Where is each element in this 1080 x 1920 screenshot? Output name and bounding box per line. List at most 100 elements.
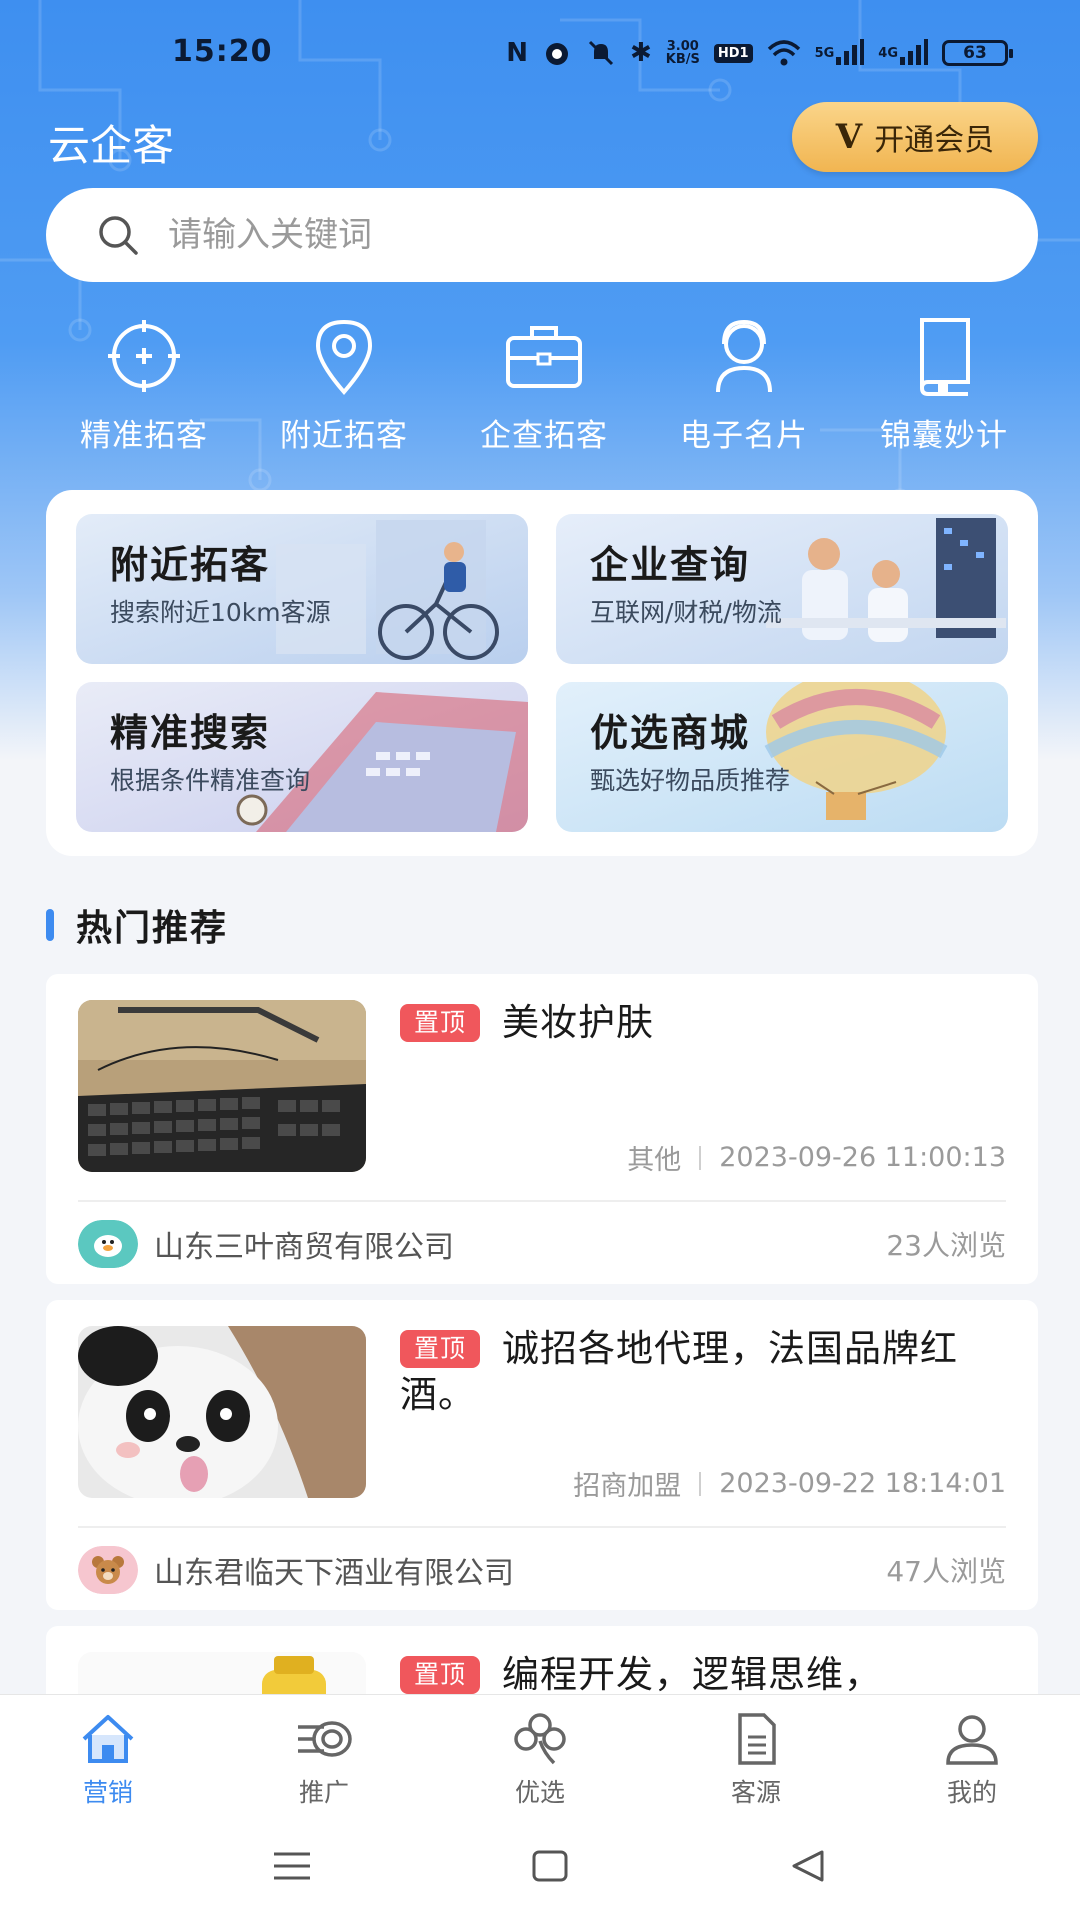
crosshair-icon bbox=[108, 320, 180, 392]
pinned-badge: 置顶 bbox=[400, 1004, 481, 1042]
section-header: 热门推荐 bbox=[46, 900, 228, 950]
wifi-icon bbox=[767, 39, 801, 67]
quick-action-label: 锦囊妙计 bbox=[880, 418, 1008, 454]
signal-5g-label: 5G bbox=[814, 45, 835, 61]
post-thumbnail bbox=[78, 1000, 366, 1172]
post-views: 47人浏览 bbox=[886, 1555, 1006, 1588]
company-name: 山东三叶商贸有限公司 bbox=[154, 1230, 454, 1265]
quick-actions: 精准拓客 附近拓客 企查拓客 电子名片 锦囊妙计 bbox=[0, 316, 1080, 456]
document-icon bbox=[738, 1713, 776, 1765]
company-avatar-bear bbox=[78, 1546, 138, 1594]
tab-selection[interactable]: 优选 bbox=[432, 1695, 648, 1824]
post-company: 山东君临天下酒业有限公司 bbox=[78, 1546, 514, 1594]
feature-card-precise-search[interactable]: 精准搜索 根据条件精准查询 bbox=[76, 682, 528, 832]
tab-customers[interactable]: 客源 bbox=[648, 1695, 864, 1824]
quick-action-nearby[interactable]: 附近拓客 bbox=[244, 316, 444, 456]
nfc-icon: N bbox=[506, 38, 528, 68]
quick-action-company[interactable]: 企查拓客 bbox=[444, 316, 644, 456]
company-avatar-duck bbox=[78, 1220, 138, 1268]
post-title: 美妆护肤 bbox=[502, 1001, 655, 1044]
feature-card-company-query[interactable]: 企业查询 互联网/财税/物流 bbox=[556, 514, 1008, 664]
section-accent-bar bbox=[46, 909, 54, 941]
post-datetime: 2023-09-26 11:00:13 bbox=[719, 1142, 1006, 1173]
back-icon[interactable] bbox=[788, 1846, 828, 1886]
meta-separator bbox=[699, 1145, 702, 1170]
tab-marketing[interactable]: 营销 bbox=[0, 1695, 216, 1824]
megaphone-icon bbox=[298, 1721, 352, 1757]
post-category: 其他 bbox=[627, 1145, 682, 1176]
quick-action-label: 电子名片 bbox=[680, 418, 808, 454]
pinned-badge: 置顶 bbox=[400, 1330, 481, 1368]
quick-action-tips[interactable]: 锦囊妙计 bbox=[844, 316, 1044, 456]
status-icons: N ✱ 3.00 KB/S HD1 5G 4G 63 bbox=[506, 38, 1013, 68]
post-divider bbox=[78, 1526, 1006, 1528]
feature-card-title: 优选商城 bbox=[590, 711, 751, 755]
battery-indicator: 63 bbox=[942, 40, 1013, 66]
quick-action-label: 精准拓客 bbox=[80, 418, 208, 454]
briefcase-icon bbox=[506, 326, 582, 388]
tab-label: 营销 bbox=[82, 1778, 133, 1807]
home-icon bbox=[82, 1715, 134, 1763]
home-square-icon[interactable] bbox=[530, 1846, 570, 1886]
post-thumbnail bbox=[78, 1326, 366, 1498]
tab-label: 客源 bbox=[730, 1778, 781, 1807]
post-title-block: 置顶 诚招各地代理，法国品牌红酒。 bbox=[400, 1326, 1000, 1418]
app-title: 云企客 bbox=[48, 121, 175, 170]
mute-icon bbox=[586, 38, 616, 68]
post-divider bbox=[78, 1200, 1006, 1202]
vip-label: 开通会员 bbox=[874, 123, 995, 158]
company-name: 山东君临天下酒业有限公司 bbox=[154, 1556, 514, 1591]
person-headset-icon bbox=[716, 319, 772, 393]
tab-label: 推广 bbox=[298, 1778, 349, 1807]
post-datetime: 2023-09-22 18:14:01 bbox=[719, 1468, 1006, 1499]
search-bar[interactable] bbox=[46, 188, 1038, 282]
section-title: 热门推荐 bbox=[76, 908, 229, 949]
post-meta: 招商加盟 2023-09-22 18:14:01 bbox=[573, 1464, 1006, 1503]
tab-label: 优选 bbox=[514, 1778, 565, 1807]
quick-action-label: 企查拓客 bbox=[480, 418, 608, 454]
feature-card-nearby[interactable]: 附近拓客 搜索附近10km客源 bbox=[76, 514, 528, 664]
post-title: 诚招各地代理，法国品牌红酒。 bbox=[400, 1327, 959, 1416]
keyboard-photo bbox=[78, 1000, 366, 1172]
feature-card-subtitle: 搜索附近10km客源 bbox=[110, 598, 331, 627]
tab-mine[interactable]: 我的 bbox=[864, 1695, 1080, 1824]
post-title-block: 置顶 编程开发，逻辑思维， bbox=[400, 1652, 1000, 1698]
clover-icon bbox=[514, 1713, 566, 1765]
quick-action-precise[interactable]: 精准拓客 bbox=[44, 316, 244, 456]
search-input[interactable] bbox=[168, 215, 968, 255]
post-category: 招商加盟 bbox=[573, 1471, 682, 1502]
post-views: 23人浏览 bbox=[886, 1229, 1006, 1262]
search-icon bbox=[99, 216, 138, 255]
system-nav-bar bbox=[0, 1824, 1080, 1920]
feature-card-title: 精准搜索 bbox=[110, 711, 271, 755]
signal-4g-icon: 4G bbox=[878, 39, 928, 67]
quick-action-ecard[interactable]: 电子名片 bbox=[644, 316, 844, 456]
alarm-icon bbox=[542, 38, 572, 68]
panda-photo bbox=[78, 1326, 366, 1498]
post-card[interactable]: 置顶 美妆护肤 其他 2023-09-26 11:00:13 山东三叶商贸有限公司… bbox=[46, 974, 1038, 1284]
feature-panel: 附近拓客 搜索附近10km客源 企业查询 互联网/财税/物流 精准搜索 根据条件… bbox=[46, 490, 1038, 856]
feature-card-mall[interactable]: 优选商城 甄选好物品质推荐 bbox=[556, 682, 1008, 832]
feature-card-title: 企业查询 bbox=[590, 543, 751, 587]
post-company: 山东三叶商贸有限公司 bbox=[78, 1220, 454, 1268]
feature-card-subtitle: 甄选好物品质推荐 bbox=[590, 766, 791, 795]
feature-card-title: 附近拓客 bbox=[110, 543, 271, 587]
net-speed: 3.00 KB/S bbox=[666, 40, 700, 66]
meta-separator bbox=[699, 1471, 702, 1496]
post-meta: 其他 2023-09-26 11:00:13 bbox=[627, 1138, 1006, 1177]
open-membership-button[interactable]: V 开通会员 bbox=[792, 102, 1038, 172]
user-icon bbox=[946, 1715, 998, 1765]
location-pin-icon bbox=[315, 319, 373, 396]
net-speed-unit: KB/S bbox=[665, 52, 700, 67]
feature-card-subtitle: 根据条件精准查询 bbox=[110, 766, 311, 795]
post-title: 编程开发，逻辑思维， bbox=[502, 1653, 883, 1696]
menu-icon[interactable] bbox=[272, 1846, 312, 1886]
bottom-tab-bar: 营销 推广 优选 客源 我的 bbox=[0, 1694, 1080, 1824]
post-title-block: 置顶 美妆护肤 bbox=[400, 1000, 1000, 1046]
book-icon bbox=[920, 318, 970, 396]
signal-4g-label: 4G bbox=[878, 45, 898, 61]
status-bar: 15:20 N ✱ 3.00 KB/S HD1 5G 4G 63 bbox=[0, 0, 1080, 110]
tab-promotion[interactable]: 推广 bbox=[216, 1695, 432, 1824]
post-card[interactable]: 置顶 诚招各地代理，法国品牌红酒。 招商加盟 2023-09-22 18:14:0… bbox=[46, 1300, 1038, 1610]
bluetooth-icon: ✱ bbox=[629, 38, 652, 68]
